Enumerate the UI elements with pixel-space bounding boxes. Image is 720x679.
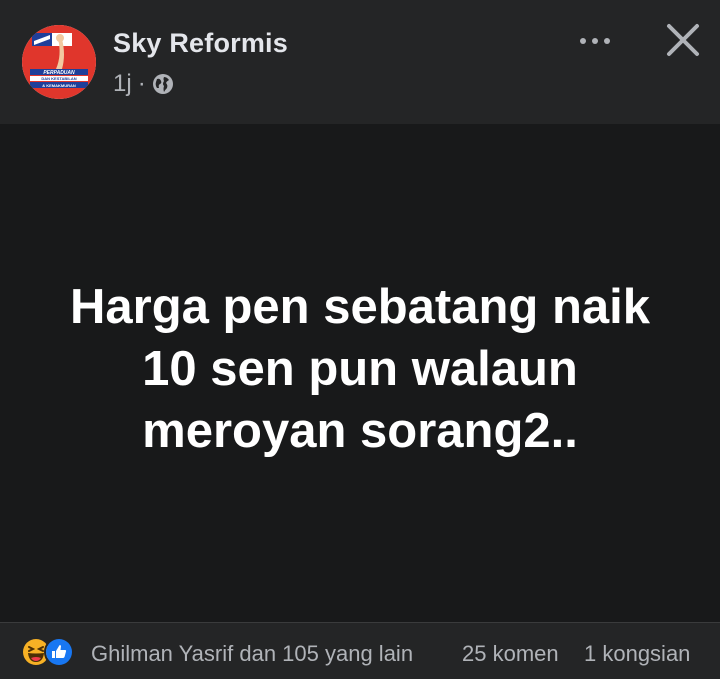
shares-link[interactable]: 1 kongsian — [584, 641, 690, 667]
page-name-link[interactable]: Sky Reformis — [113, 28, 288, 59]
more-options-icon — [580, 38, 586, 44]
post-content[interactable]: Harga pen sebatang naik 10 sen pun walau… — [0, 124, 720, 622]
more-options-dot — [592, 38, 598, 44]
post-text-line: meroyan sorang2.. — [142, 404, 578, 458]
close-button[interactable] — [660, 20, 706, 64]
post-footer: Ghilman Yasrif dan 105 yang lain 25 kome… — [0, 622, 720, 679]
post-header: PERPADUAN DAN KESTABILAN & KEMAKMURAN Sk… — [0, 0, 720, 124]
page-avatar[interactable]: PERPADUAN DAN KESTABILAN & KEMAKMURAN — [22, 25, 96, 99]
reaction-icons[interactable] — [22, 637, 74, 667]
svg-text:& KEMAKMURAN: & KEMAKMURAN — [42, 83, 76, 88]
close-icon — [667, 24, 699, 56]
more-options-dot — [604, 38, 610, 44]
comments-link[interactable]: 25 komen — [462, 641, 559, 667]
meta-separator: · — [137, 70, 146, 97]
post-text-line: Harga pen sebatang naik — [69, 280, 650, 334]
globe-icon[interactable] — [152, 73, 174, 95]
svg-text:DAN KESTABILAN: DAN KESTABILAN — [41, 76, 76, 81]
post-meta: 1j · — [113, 70, 174, 98]
post-text-line: 10 sen pun walaun — [142, 342, 578, 396]
party-logo-icon: PERPADUAN DAN KESTABILAN & KEMAKMURAN — [22, 25, 96, 99]
more-options-button[interactable] — [570, 24, 620, 58]
reactors-link[interactable]: Ghilman Yasrif dan 105 yang lain — [91, 641, 413, 667]
post-text: Harga pen sebatang naik 10 sen pun walau… — [40, 276, 680, 462]
post-timestamp[interactable]: 1j — [113, 70, 132, 98]
like-reaction-icon — [44, 637, 74, 667]
